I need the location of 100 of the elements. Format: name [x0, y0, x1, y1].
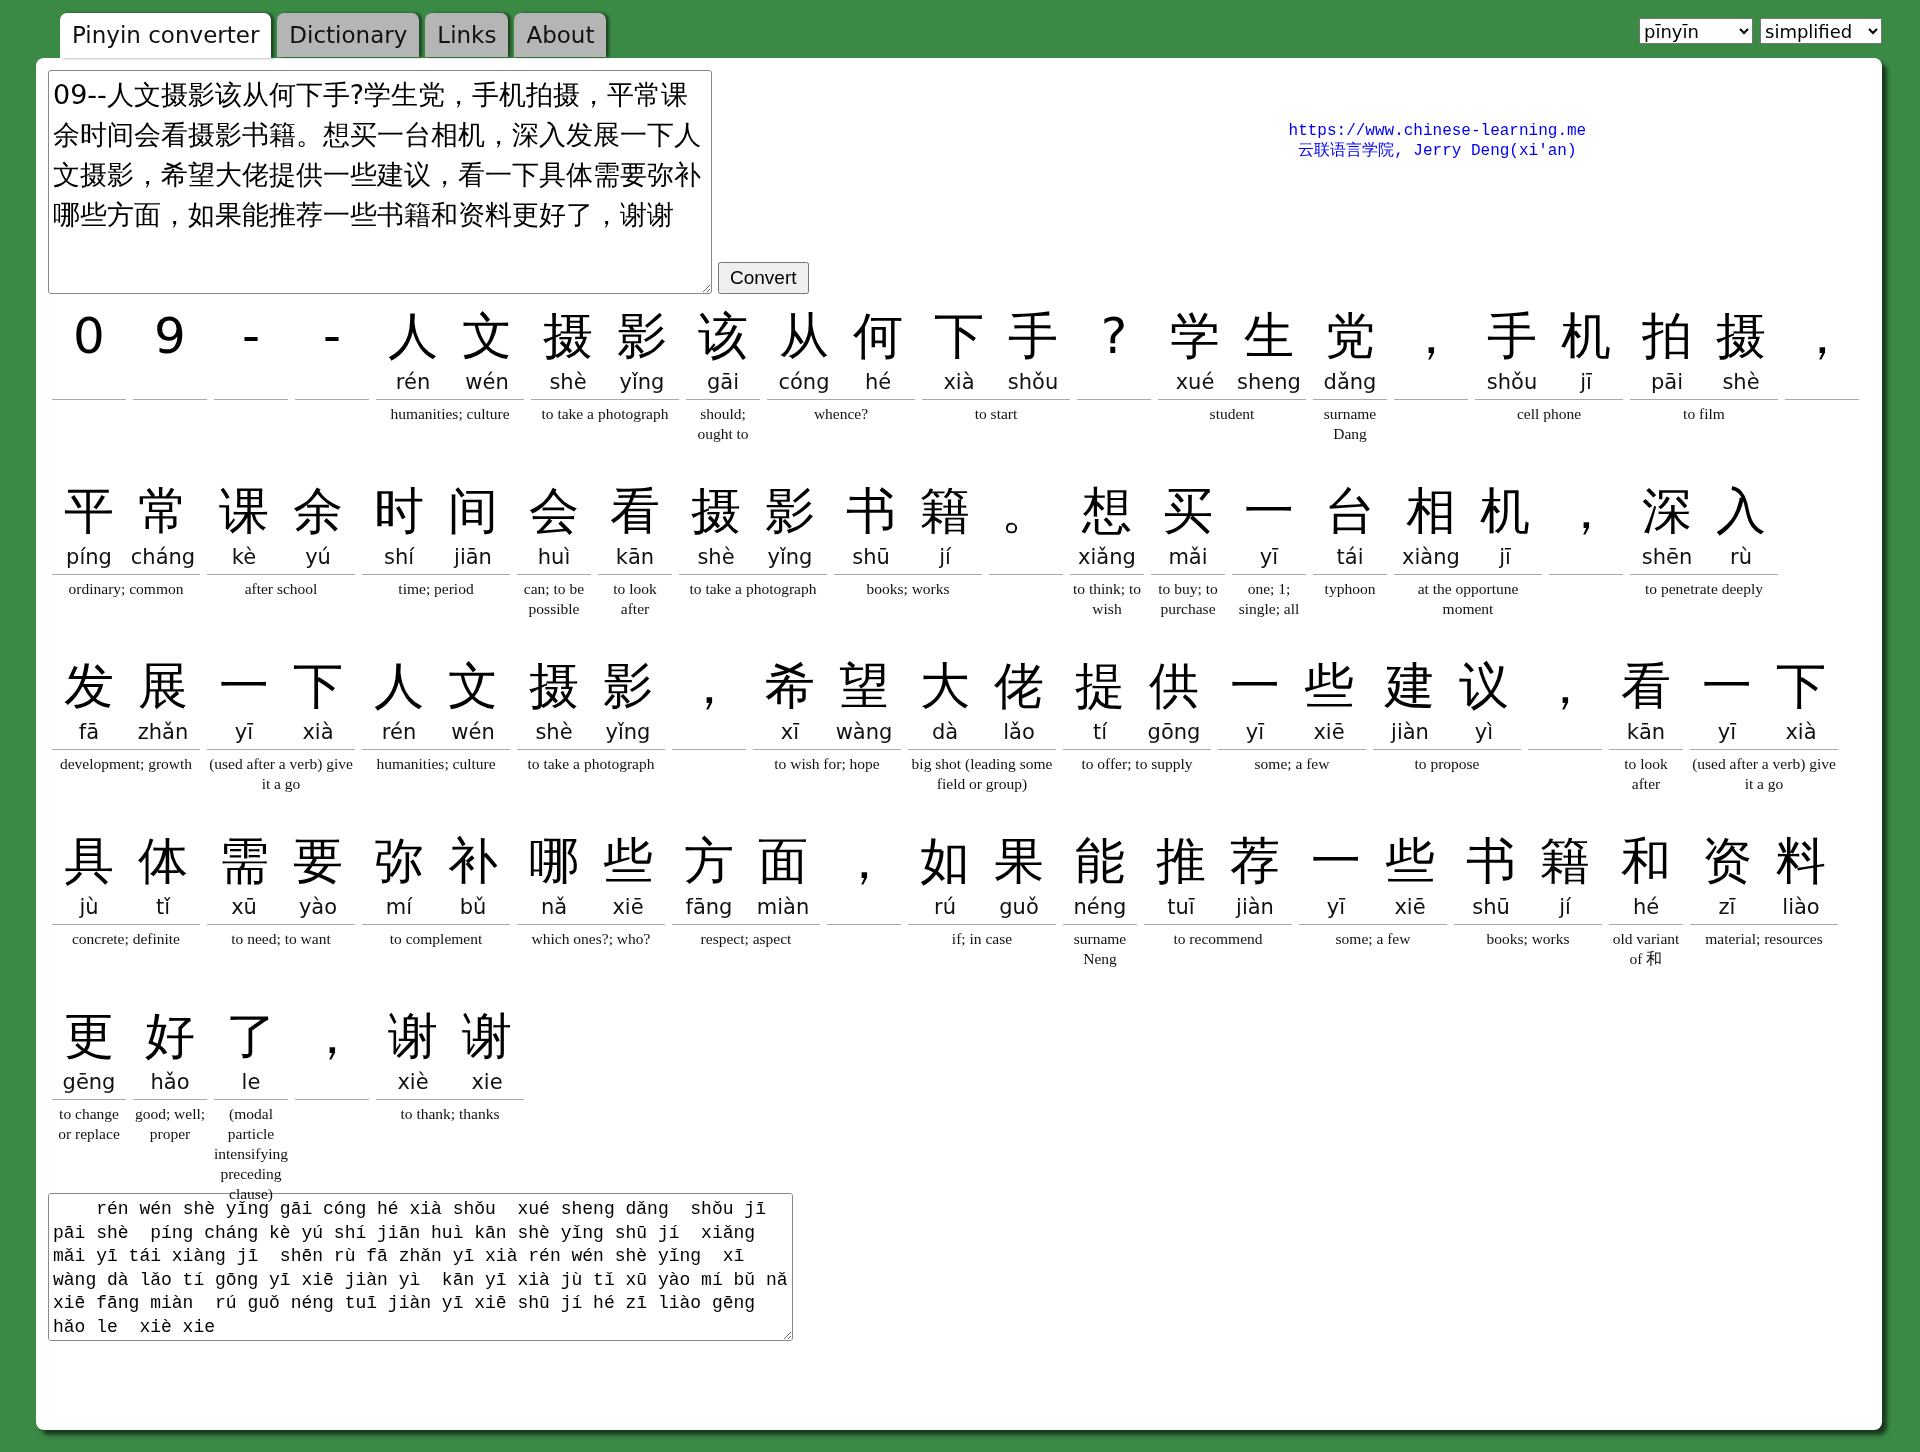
hanzi-character: 影: [603, 656, 653, 717]
hanzi-character: 手: [1008, 306, 1058, 367]
hanzi-character: 平: [64, 481, 114, 542]
definition: to look after: [1623, 754, 1669, 794]
input-field[interactable]: 09--人文摄影该从何下手?学生党，手机拍摄，平常课余时间会看摄影书籍。想买一台相机，深入发展一下人文摄影，希望大佬提供一些建议，看一下具体需要弥补哪些方面，如果能推荐一些书籍和资料更好了，谢谢: [48, 70, 712, 294]
hanzi-character: 影: [617, 306, 667, 367]
hanzi-character: ，: [1797, 306, 1847, 367]
hanzi-character: ，: [1406, 306, 1456, 367]
pinyin: fā: [78, 719, 100, 746]
definition: ordinary; common: [67, 579, 185, 599]
pinyin: wén: [451, 719, 495, 746]
hanzi-character: 面: [758, 831, 808, 892]
hanzi-character: 荐: [1230, 831, 1280, 892]
hanzi-character: 时: [374, 481, 424, 542]
hanzi-character: 何: [853, 306, 903, 367]
hanzi-character: 入: [1716, 481, 1766, 542]
pinyin: kè: [231, 544, 257, 571]
definition: humanities; culture: [389, 404, 511, 424]
pinyin: rù: [1730, 544, 1752, 571]
pinyin: xià: [302, 719, 334, 746]
hanzi-character: 展: [138, 656, 188, 717]
pinyin: guǒ: [999, 894, 1039, 921]
hanzi-character: 谢: [462, 1006, 512, 1067]
pinyin: xī: [780, 719, 800, 746]
hanzi-character: 籍: [1540, 831, 1590, 892]
tab[interactable]: Dictionary: [277, 13, 420, 57]
definition: student: [1208, 404, 1256, 424]
hanzi-character: 生: [1244, 306, 1294, 367]
tab[interactable]: Pinyin converter: [60, 13, 272, 58]
definition: to thank; thanks: [399, 1104, 501, 1124]
definition: to start: [973, 404, 1019, 424]
hanzi-character: ，: [684, 656, 734, 717]
hanzi-character: 一: [219, 656, 269, 717]
hanzi-character: 籍: [920, 481, 970, 542]
tab[interactable]: Links: [425, 13, 509, 57]
definition: if; in case: [950, 929, 1014, 949]
pinyin: zhǎn: [137, 719, 189, 746]
definition: to complement: [388, 929, 484, 949]
hanzi-character: 如: [920, 831, 970, 892]
hanzi-character: 了: [226, 1006, 276, 1067]
hanzi-character: 补: [448, 831, 498, 892]
hanzi-character: ，: [839, 831, 889, 892]
definition: to change or replace: [57, 1104, 121, 1144]
definition: typhoon: [1323, 579, 1377, 599]
pinyin: xiàng: [1402, 544, 1460, 571]
hanzi-character: 好: [145, 1006, 195, 1067]
pinyin: jiān: [454, 544, 492, 571]
pinyin: tǐ: [155, 894, 171, 921]
convert-button[interactable]: Convert: [718, 262, 809, 294]
pinyin: píng: [66, 544, 112, 571]
hanzi-character: 下: [934, 306, 984, 367]
hanzi-character: 摄: [543, 306, 593, 367]
definition: one; 1; single; all: [1237, 579, 1301, 619]
definition: can; to be possible: [522, 579, 586, 619]
hanzi-character: 具: [64, 831, 114, 892]
pinyin: bǔ: [459, 894, 487, 921]
pinyin: tái: [1336, 544, 1364, 571]
pinyin: xiè: [397, 1069, 429, 1096]
hanzi-character: 余: [293, 481, 343, 542]
hanzi-character: 下: [293, 656, 343, 717]
hanzi-character: 从: [779, 306, 829, 367]
pinyin: jiàn: [1391, 719, 1429, 746]
definition: to film: [1682, 404, 1726, 424]
tab[interactable]: About: [514, 13, 607, 57]
hanzi-character: 一: [1702, 656, 1752, 717]
pinyin: cháng: [130, 544, 196, 571]
pinyin: xū: [231, 894, 257, 921]
definition: at the opportune moment: [1416, 579, 1520, 619]
pinyin: shí: [383, 544, 415, 571]
hanzi-character: 课: [219, 481, 269, 542]
hanzi-character: 想: [1082, 481, 1132, 542]
hanzi-character: 摄: [1716, 306, 1766, 367]
pinyin: jù: [79, 894, 99, 921]
website-link[interactable]: https://www.chinese-learning.me: [1288, 122, 1587, 140]
pinyin: yī: [234, 719, 254, 746]
pinyin: xiē: [1313, 719, 1345, 746]
author-credit: 云联语言学院, Jerry Deng(xi'an): [1298, 140, 1577, 161]
pinyin: gōng: [1147, 719, 1201, 746]
pinyin: xiē: [1394, 894, 1426, 921]
dropdown[interactable]: simplified: [1760, 18, 1882, 44]
hanzi-character: 会: [529, 481, 579, 542]
definition: development; growth: [58, 754, 194, 774]
pinyin: xué: [1175, 369, 1215, 396]
definition: some; a few: [1253, 754, 1331, 774]
definition: some; a few: [1334, 929, 1412, 949]
hanzi-character: 方: [684, 831, 734, 892]
definition: cell phone: [1515, 404, 1583, 424]
hanzi-character: 望: [839, 656, 889, 717]
pinyin: wàng: [835, 719, 893, 746]
dropdown[interactable]: pīnyīn: [1639, 18, 1753, 44]
hanzi-character: 看: [1621, 656, 1671, 717]
hanzi-character: 能: [1075, 831, 1125, 892]
hanzi-character: 要: [293, 831, 343, 892]
definition: to wish for; hope: [773, 754, 881, 774]
definition: old variant of 和: [1611, 929, 1681, 969]
definition: surname Neng: [1072, 929, 1128, 969]
pinyin: hé: [1632, 894, 1660, 921]
hanzi-character: 谢: [388, 1006, 438, 1067]
definition: good; well; proper: [133, 1104, 207, 1144]
definition: to need; to want: [230, 929, 332, 949]
